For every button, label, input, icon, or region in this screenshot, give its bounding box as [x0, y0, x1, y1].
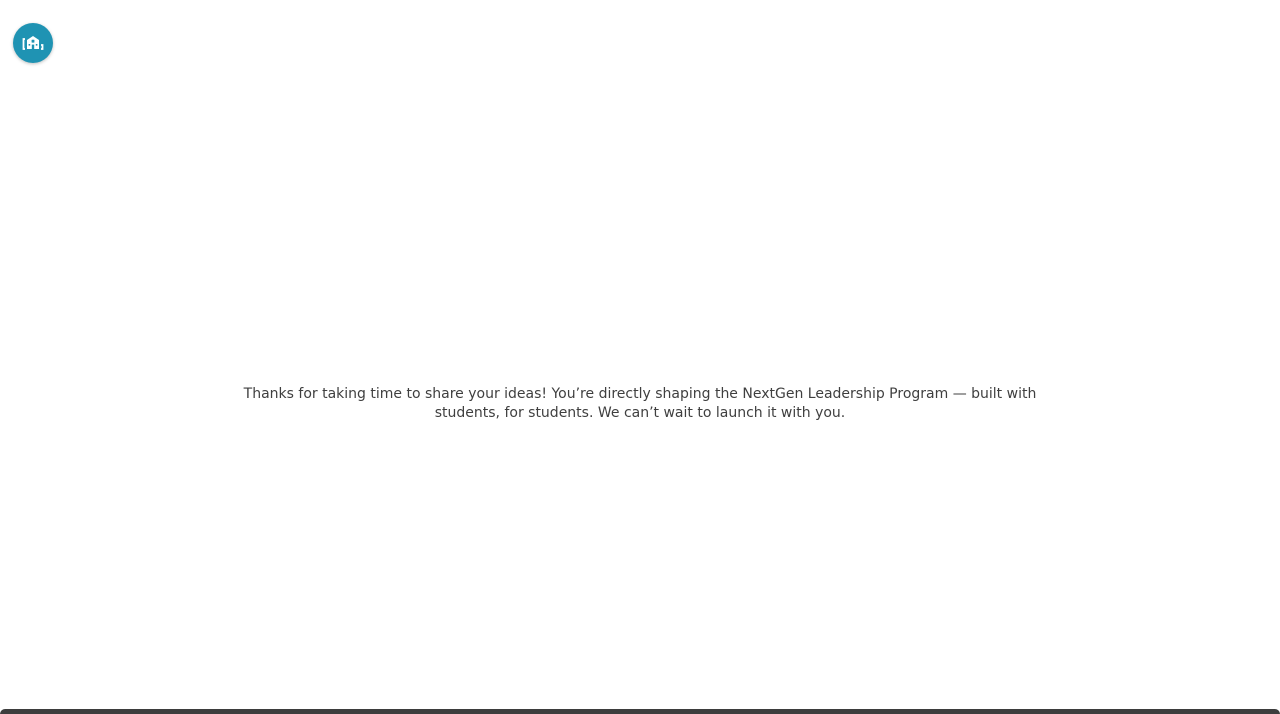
bottom-bar	[0, 709, 1280, 714]
thank-you-message: Thanks for taking time to share your ide…	[243, 386, 1037, 421]
app-logo[interactable]	[13, 23, 53, 63]
building-chat-icon	[22, 36, 44, 50]
